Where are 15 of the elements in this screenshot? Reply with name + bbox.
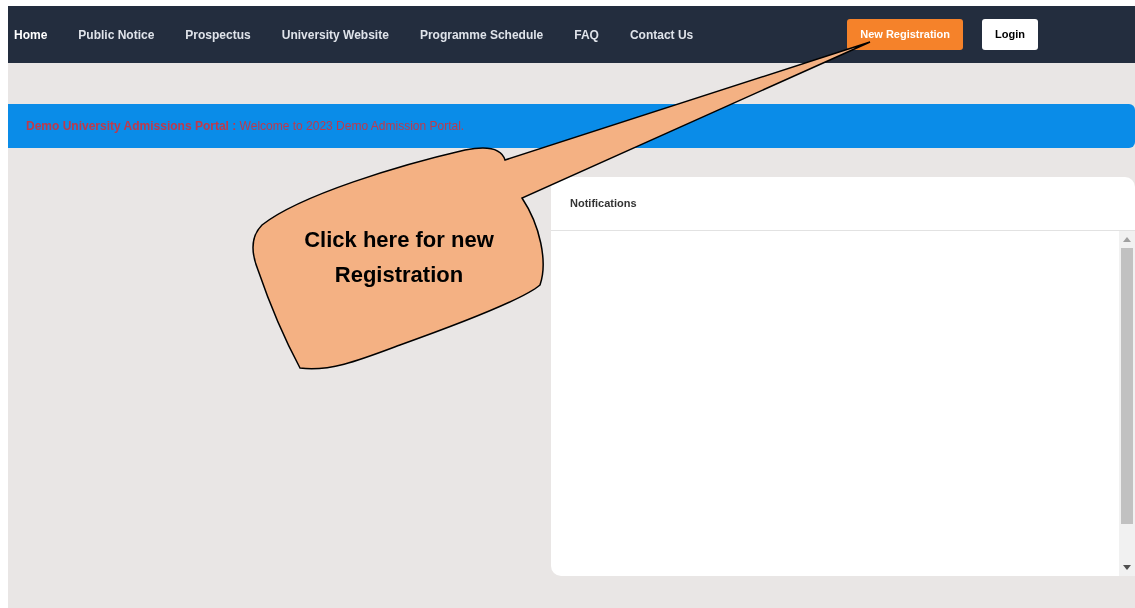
scrollbar[interactable] <box>1119 231 1135 576</box>
nav-link[interactable]: Programme Schedule <box>419 25 544 44</box>
nav-link[interactable]: Prospectus <box>185 25 251 44</box>
panel-title: Notifications <box>570 196 637 212</box>
scroll-down-icon[interactable] <box>1123 565 1131 570</box>
banner-text: Demo University Admissions Portal : Welcome to 2023 Demo Admission Portal. <box>26 118 465 135</box>
nav-link[interactable]: University Website <box>281 25 389 44</box>
scroll-up-icon[interactable] <box>1123 237 1131 242</box>
scrollbar-thumb[interactable] <box>1121 248 1133 524</box>
nav-link[interactable]: FAQ <box>574 25 599 44</box>
nav-link[interactable]: Home <box>14 25 48 44</box>
login-button[interactable]: Login <box>982 19 1038 50</box>
nav-link[interactable]: Public Notice <box>78 25 155 44</box>
nav-link[interactable]: Contact Us <box>629 25 694 44</box>
callout-text: Click here for new Registration <box>303 226 495 289</box>
